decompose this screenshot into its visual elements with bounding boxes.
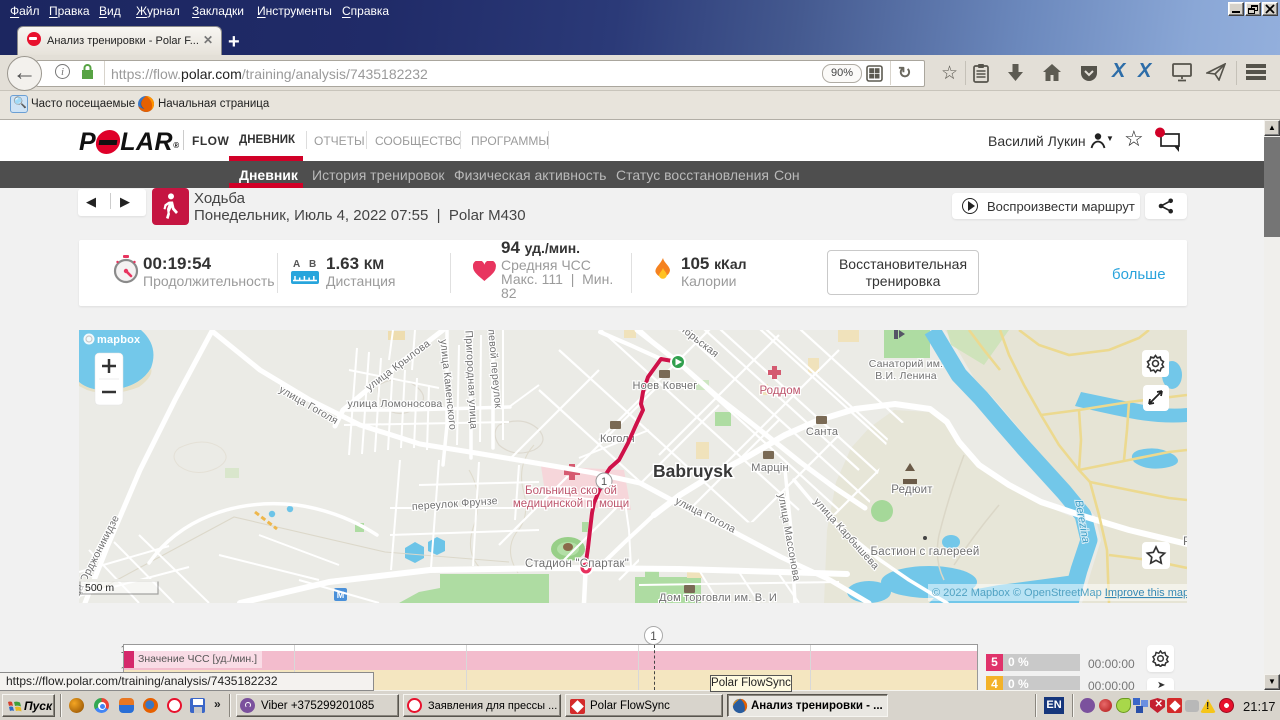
svg-text:Ро: Ро <box>1183 534 1187 548</box>
svg-text:Ноев Ковчег: Ноев Ковчег <box>632 380 697 392</box>
svg-text:500 m: 500 m <box>85 582 114 594</box>
svg-text:Стадион "Спартак": Стадион "Спартак" <box>525 558 629 570</box>
svg-text:медицинской помощи: медицинской помощи <box>513 498 629 510</box>
svg-text:Санаторий им.: Санаторий им. <box>869 358 944 370</box>
svg-text:переулок Фрунзе: переулок Фрунзе <box>411 495 498 513</box>
svg-text:улица Гогола: улица Гогола <box>673 495 737 536</box>
svg-text:Редюит: Редюит <box>891 484 933 496</box>
svg-text:© 2022 Mapbox © OpenStreetMap: © 2022 Mapbox © OpenStreetMap Improve th… <box>932 587 1187 599</box>
svg-text:mapbox: mapbox <box>97 334 141 346</box>
svg-text:улица Ломоносова: улица Ломоносова <box>348 398 443 410</box>
svg-text:Больница скорой: Больница скорой <box>525 485 617 497</box>
svg-text:В.И. Ленина: В.И. Ленина <box>875 370 937 382</box>
svg-text:Марцін: Марцін <box>751 462 789 474</box>
svg-text:Пригородная улица: Пригородная улица <box>462 330 479 429</box>
svg-text:Полевой переулок: Полевой переулок <box>484 330 504 409</box>
svg-text:улица Каменского: улица Каменского <box>437 339 458 431</box>
svg-text:улица Гоголя: улица Гоголя <box>277 384 340 427</box>
svg-text:Бастион с галереей: Бастион с галереей <box>871 546 980 558</box>
svg-text:Роддом: Роддом <box>759 385 800 397</box>
svg-text:Дом торговли им. В. И: Дом торговли им. В. И <box>659 592 777 603</box>
svg-text:улица Массонова: улица Массонова <box>775 493 802 583</box>
svg-text:Babruysk: Babruysk <box>653 461 733 481</box>
svg-text:Санта: Санта <box>806 426 839 438</box>
